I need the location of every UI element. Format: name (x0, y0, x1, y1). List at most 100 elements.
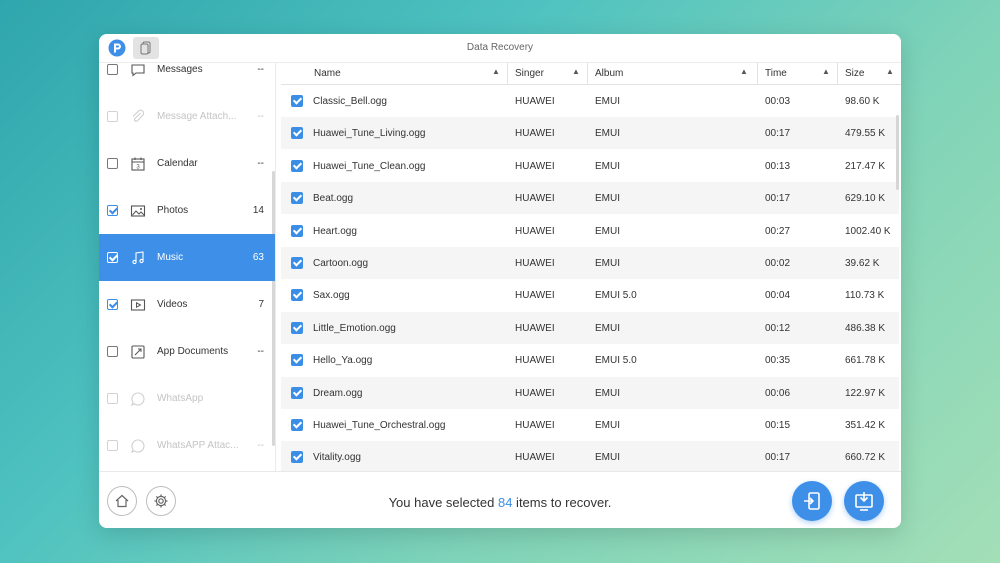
category-checkbox[interactable] (107, 64, 118, 75)
sidebar-item-messages[interactable]: Messages -- (99, 63, 275, 93)
sort-arrow-icon: ▲ (740, 67, 748, 76)
category-label: Message Attach... (157, 111, 237, 122)
sidebar-item-music[interactable]: Music 63 (99, 234, 275, 281)
cell-singer: HUAWEI (515, 258, 555, 269)
title-bar: Data Recovery (99, 34, 901, 63)
row-checkbox[interactable] (291, 386, 303, 399)
cell-name: Classic_Bell.ogg (313, 96, 387, 107)
cell-name: Huawei_Tune_Living.ogg (313, 128, 426, 140)
cell-size: 486.38 K (845, 322, 886, 334)
cell-singer: HUAWEI (515, 355, 555, 367)
cell-time: 00:17 (765, 193, 791, 205)
category-checkbox[interactable] (107, 205, 118, 216)
sidebar-item-photos[interactable]: Photos 14 (99, 187, 275, 234)
calendar-icon: 3 (129, 155, 147, 173)
cell-singer: HUAWEI (515, 452, 555, 464)
table-row[interactable]: Huawei_Tune_Clean.ogg HUAWEI EMUI 00:13 217.… (281, 150, 899, 182)
cell-album: EMUI (595, 225, 620, 237)
column-header-name[interactable]: Name ▲ (314, 67, 500, 79)
row-checkbox[interactable] (291, 127, 303, 140)
cell-time: 00:15 (765, 420, 791, 431)
cell-singer: HUAWEI (515, 290, 555, 302)
cell-album: EMUI (595, 420, 620, 431)
sidebar-item-message-attach[interactable]: Message Attach... -- (99, 93, 275, 140)
table-row[interactable]: Vitality.ogg HUAWEI EMUI 00:17 660.72 K (281, 441, 899, 471)
table-scrollbar[interactable] (896, 115, 899, 190)
sort-arrow-icon: ▲ (822, 67, 830, 76)
table-row[interactable]: Huawei_Tune_Orchestral.ogg HUAWEI EMUI 00:1… (281, 409, 899, 441)
category-label: Messages (157, 64, 203, 75)
row-checkbox[interactable] (291, 354, 303, 367)
sidebar-item-calendar[interactable]: 3 Calendar -- (99, 140, 275, 187)
cell-size: 629.10 K (845, 193, 886, 205)
cell-album: EMUI (595, 322, 620, 334)
table-row[interactable]: Little_Emotion.ogg HUAWEI EMUI 00:12 486.38 … (281, 311, 899, 344)
table-row[interactable]: Hello_Ya.ogg HUAWEI EMUI 5.0 00:35 661.78 K (281, 344, 899, 376)
sidebar-item-whatsapp-attac[interactable]: WhatsAPP Attac... -- (99, 422, 275, 469)
column-header-time[interactable]: Time ▲ (765, 67, 830, 79)
category-checkbox[interactable] (107, 111, 118, 122)
cell-size: 110.73 K (845, 290, 885, 302)
cell-name: Huawei_Tune_Orchestral.ogg (313, 420, 446, 431)
cell-size: 39.62 K (845, 258, 880, 269)
row-checkbox[interactable] (291, 192, 303, 205)
column-divider[interactable] (757, 63, 758, 85)
recover-to-computer-button[interactable] (844, 481, 884, 521)
cell-time: 00:03 (765, 96, 791, 107)
column-label: Singer (515, 68, 544, 79)
cell-name: Huawei_Tune_Clean.ogg (313, 160, 426, 172)
category-label: WhatsAPP Attac... (157, 440, 239, 451)
cell-time: 00:04 (765, 290, 791, 302)
recover-to-device-button[interactable] (792, 481, 832, 521)
sidebar-item-whatsapp[interactable]: WhatsApp (99, 375, 275, 422)
cell-name: Heart.ogg (313, 225, 357, 237)
column-divider[interactable] (507, 63, 508, 85)
category-checkbox[interactable] (107, 346, 118, 357)
sort-arrow-icon: ▲ (886, 67, 894, 76)
cell-size: 660.72 K (845, 452, 886, 464)
attachment-icon (129, 108, 147, 126)
whatsapp-icon (129, 390, 147, 408)
row-checkbox[interactable] (291, 289, 303, 302)
category-checkbox[interactable] (107, 393, 118, 404)
category-count: -- (257, 440, 264, 451)
table-row[interactable]: Beat.ogg HUAWEI EMUI 00:17 629.10 K (281, 182, 899, 215)
category-label: Music (157, 252, 184, 263)
table-row[interactable]: Dream.ogg HUAWEI EMUI 00:06 122.97 K (281, 376, 899, 409)
cell-name: Sax.ogg (313, 290, 350, 302)
category-checkbox[interactable] (107, 299, 118, 310)
category-count: -- (257, 64, 264, 75)
row-checkbox[interactable] (291, 321, 303, 334)
table-row[interactable]: Huawei_Tune_Living.ogg HUAWEI EMUI 00:17 479… (281, 117, 899, 150)
cell-name: Vitality.ogg (313, 452, 361, 464)
table-row[interactable]: Sax.ogg HUAWEI EMUI 5.0 00:04 110.73 K (281, 279, 899, 311)
cell-size: 217.47 K (845, 160, 886, 172)
row-checkbox[interactable] (291, 419, 303, 431)
column-header-singer[interactable]: Singer ▲ (515, 67, 580, 79)
cell-singer: HUAWEI (515, 225, 555, 237)
cell-singer: HUAWEI (515, 387, 555, 399)
category-checkbox[interactable] (107, 440, 118, 451)
row-checkbox[interactable] (291, 95, 303, 107)
cell-time: 00:13 (765, 160, 791, 172)
column-header-album[interactable]: Album ▲ (595, 67, 748, 79)
category-checkbox[interactable] (107, 252, 118, 263)
sidebar-item-videos[interactable]: Videos 7 (99, 281, 275, 328)
table-row[interactable]: Heart.ogg HUAWEI EMUI 00:27 1002.40 K (281, 215, 899, 247)
table-row[interactable]: Cartoon.ogg HUAWEI EMUI 00:02 39.62 K (281, 247, 899, 279)
category-checkbox[interactable] (107, 158, 118, 169)
window-title: Data Recovery (466, 42, 534, 53)
cell-name: Little_Emotion.ogg (313, 322, 396, 334)
column-header-size[interactable]: Size ▲ (845, 67, 894, 79)
table-row[interactable]: Classic_Bell.ogg HUAWEI EMUI 00:03 98.60 K (281, 85, 899, 117)
row-checkbox[interactable] (291, 257, 303, 269)
cell-album: EMUI 5.0 (595, 290, 637, 302)
footer-bar: You have selected 84 items to recover. (99, 471, 901, 528)
file-table: Name ▲ Singer ▲ Album ▲ Time ▲ Size ▲ Cl… (281, 63, 901, 471)
row-checkbox[interactable] (291, 159, 303, 172)
row-checkbox[interactable] (291, 451, 303, 464)
column-divider[interactable] (587, 63, 588, 85)
column-divider[interactable] (837, 63, 838, 85)
sidebar-item-app-documents[interactable]: App Documents -- (99, 328, 275, 375)
row-checkbox[interactable] (291, 224, 303, 237)
